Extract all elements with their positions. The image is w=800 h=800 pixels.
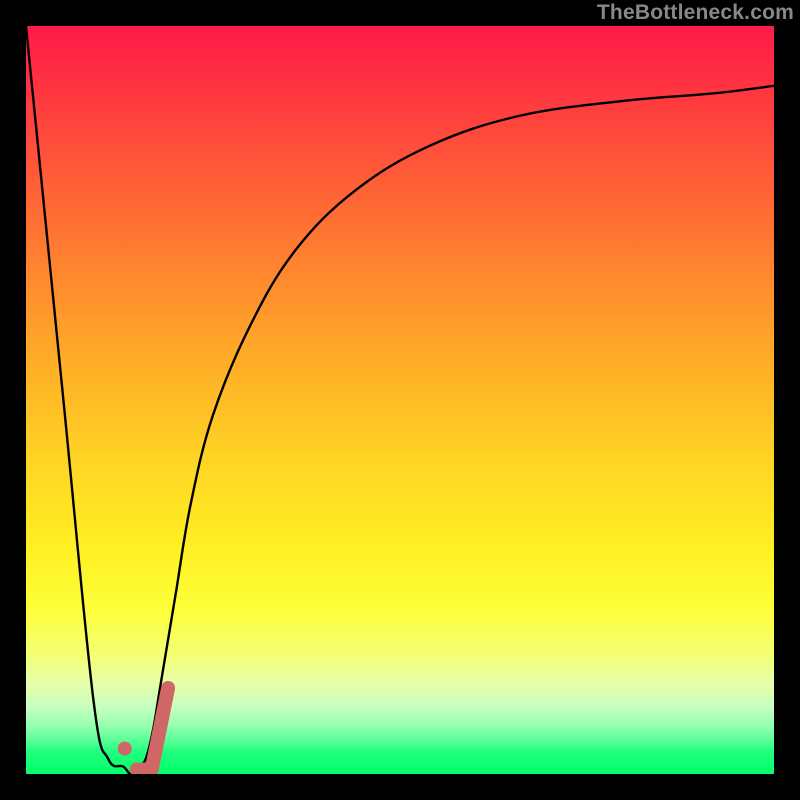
chart-frame: TheBottleneck.com <box>0 0 800 800</box>
bottleneck-curve <box>26 26 774 774</box>
watermark-text: TheBottleneck.com <box>597 1 794 25</box>
marker-dot <box>118 742 132 756</box>
chart-svg <box>26 26 774 774</box>
plot-area <box>26 26 774 774</box>
